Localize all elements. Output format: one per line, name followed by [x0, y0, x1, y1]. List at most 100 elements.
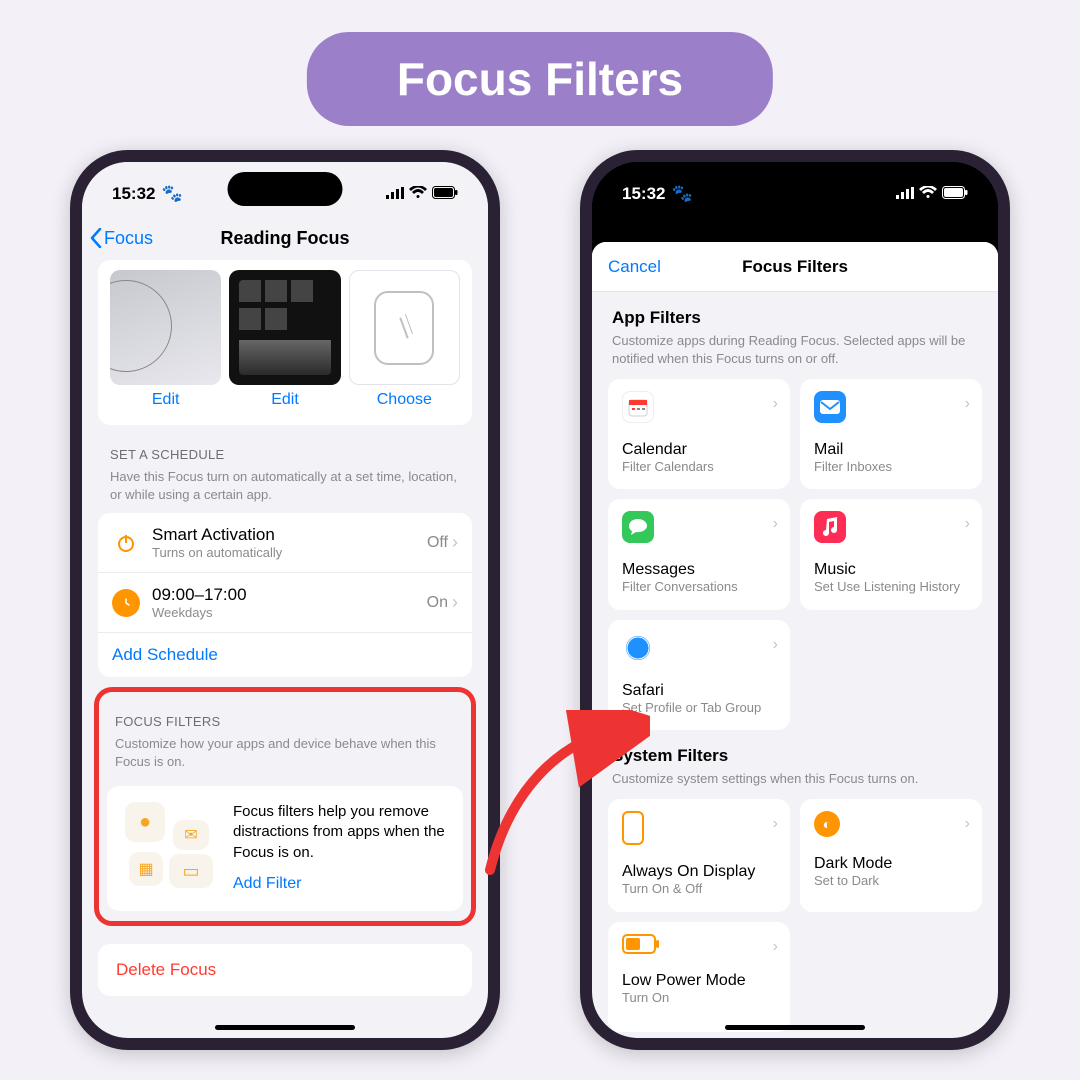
filter-icons-cluster: ● ✉ ▦ ▭ — [123, 802, 219, 894]
home-indicator — [215, 1025, 355, 1030]
tile-sub: Filter Conversations — [622, 579, 776, 595]
phone-left: 15:32 🐾 Focus Reading Focus — [70, 150, 500, 1050]
tile-safari[interactable]: › Safari Set Profile or Tab Group — [608, 620, 790, 730]
power-icon — [112, 529, 140, 557]
battery-icon — [432, 184, 458, 204]
messages-icon — [622, 511, 654, 543]
focus-filters-highlight: FOCUS FILTERS Customize how your apps an… — [94, 687, 476, 925]
row-sub: Turns on automatically — [152, 545, 427, 560]
dynamic-island — [738, 172, 853, 206]
display-icon — [622, 811, 644, 845]
add-filter-button[interactable]: Add Filter — [233, 873, 447, 895]
tile-title: Always On Display — [622, 863, 776, 881]
wifi-icon — [919, 184, 937, 204]
battery-icon — [622, 934, 656, 954]
mail-icon: ✉ — [173, 820, 209, 850]
tile-messages[interactable]: › Messages Filter Conversations — [608, 499, 790, 609]
clock-icon — [112, 589, 140, 617]
tile-title: Low Power Mode — [622, 972, 776, 990]
filters-header: FOCUS FILTERS — [99, 692, 471, 733]
watchface-thumb[interactable]: Choose — [349, 270, 460, 409]
homescreen-thumb[interactable]: Edit — [229, 270, 340, 409]
app-filters-header: App Filters — [592, 292, 998, 330]
row-value: Off — [427, 534, 448, 552]
system-filters-desc: Customize system settings when this Focu… — [592, 768, 998, 800]
row-sub: Weekdays — [152, 605, 427, 620]
page-banner: Focus Filters — [307, 32, 773, 126]
edit-link[interactable]: Edit — [229, 391, 340, 409]
paw-icon: 🐾 — [671, 184, 692, 204]
messages-icon: ● — [125, 802, 165, 842]
tile-sub: Set Profile or Tab Group — [622, 700, 776, 716]
tile-low-power-mode[interactable]: › Low Power Mode Turn On — [608, 922, 790, 1032]
dynamic-island — [228, 172, 343, 206]
sheet-title: Focus Filters — [742, 257, 848, 277]
smart-activation-row[interactable]: Smart Activation Turns on automatically … — [98, 513, 472, 572]
filters-desc: Customize how your apps and device behav… — [99, 733, 471, 780]
tile-title: Calendar — [622, 441, 776, 459]
chevron-icon: › — [965, 395, 970, 413]
schedule-header: SET A SCHEDULE — [82, 425, 488, 466]
lockscreen-preview — [110, 270, 221, 385]
battery-icon: ▭ — [169, 854, 213, 888]
chevron-icon: › — [773, 636, 778, 654]
cellular-icon — [386, 184, 404, 204]
paw-icon: 🐾 — [161, 184, 182, 204]
row-title: 09:00–17:00 — [152, 585, 427, 605]
chevron-icon: › — [773, 395, 778, 413]
app-filters-desc: Customize apps during Reading Focus. Sel… — [592, 330, 998, 379]
time-schedule-row[interactable]: 09:00–17:00 Weekdays On › — [98, 572, 472, 632]
tile-sub: Set to Dark — [814, 873, 968, 889]
wifi-icon — [409, 184, 427, 204]
edit-link[interactable]: Edit — [110, 391, 221, 409]
delete-focus-button[interactable]: Delete Focus — [98, 944, 472, 996]
tile-title: Mail — [814, 441, 968, 459]
chevron-icon: › — [452, 532, 458, 553]
phone-right: 15:32 🐾 Cancel Focus Filters App Filters… — [580, 150, 1010, 1050]
lockscreen-thumb[interactable]: Edit — [110, 270, 221, 409]
delete-focus-label: Delete Focus — [116, 960, 216, 979]
back-label: Focus — [104, 228, 153, 249]
sheet-nav: Cancel Focus Filters — [592, 242, 998, 292]
tile-title: Dark Mode — [814, 855, 968, 873]
chevron-icon: › — [773, 938, 778, 956]
chevron-icon: › — [452, 592, 458, 613]
chevron-icon: › — [965, 815, 970, 833]
add-schedule-row[interactable]: Add Schedule — [98, 632, 472, 677]
schedule-desc: Have this Focus turn on automatically at… — [82, 466, 488, 513]
home-indicator — [725, 1025, 865, 1030]
safari-icon — [622, 632, 654, 664]
filters-blurb: Focus filters help you remove distractio… — [233, 802, 447, 863]
focus-filters-sheet: Cancel Focus Filters App Filters Customi… — [592, 242, 998, 1038]
add-schedule-label: Add Schedule — [112, 645, 458, 665]
mail-icon — [814, 391, 846, 423]
homescreen-preview — [229, 270, 340, 385]
customize-screens-card: Edit Edit Choose — [98, 260, 472, 425]
schedule-list: Smart Activation Turns on automatically … — [98, 513, 472, 677]
tile-dark-mode[interactable]: ◐ › Dark Mode Set to Dark — [800, 799, 982, 911]
status-time: 15:32 — [112, 184, 155, 204]
tile-always-on-display[interactable]: › Always On Display Turn On & Off — [608, 799, 790, 911]
tile-title: Music — [814, 561, 968, 579]
tile-sub: Turn On — [622, 990, 776, 1006]
choose-link[interactable]: Choose — [349, 391, 460, 409]
back-button[interactable]: Focus — [90, 228, 153, 249]
calendar-icon — [622, 391, 654, 423]
row-value: On — [427, 594, 448, 612]
nav-title: Reading Focus — [220, 228, 349, 249]
dark-mode-icon: ◐ — [814, 811, 840, 837]
battery-icon — [942, 184, 968, 204]
tile-music[interactable]: › Music Set Use Listening History — [800, 499, 982, 609]
tile-sub: Filter Inboxes — [814, 459, 968, 475]
chevron-icon: › — [965, 515, 970, 533]
row-title: Smart Activation — [152, 525, 427, 545]
calendar-icon: ▦ — [129, 852, 163, 886]
tile-mail[interactable]: › Mail Filter Inboxes — [800, 379, 982, 489]
system-filters-header: System Filters — [592, 730, 998, 768]
chevron-icon: › — [773, 515, 778, 533]
tile-sub: Filter Calendars — [622, 459, 776, 475]
tile-calendar[interactable]: › Calendar Filter Calendars — [608, 379, 790, 489]
cellular-icon — [896, 184, 914, 204]
cancel-button[interactable]: Cancel — [608, 257, 661, 277]
tile-sub: Set Use Listening History — [814, 579, 968, 595]
